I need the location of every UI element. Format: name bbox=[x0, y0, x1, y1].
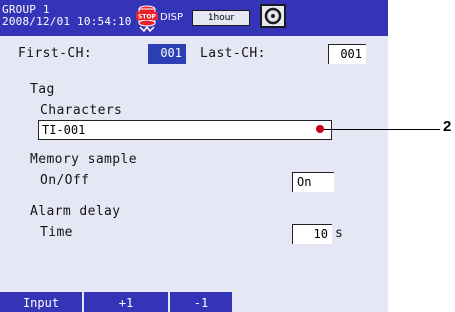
stop-icon-text: STOP bbox=[138, 14, 157, 21]
softkey-bar: Input +1 -1 bbox=[0, 292, 388, 312]
alarm-delay-section-label: Alarm delay bbox=[30, 204, 121, 219]
memory-sample-onoff-label: On/Off bbox=[40, 173, 90, 188]
media-icon bbox=[260, 4, 286, 28]
tag-characters-field[interactable]: TI-001 bbox=[38, 120, 332, 140]
tag-characters-label: Characters bbox=[40, 103, 123, 118]
memory-sample-section-label: Memory sample bbox=[30, 152, 137, 167]
first-ch-field[interactable]: 001 bbox=[148, 44, 186, 64]
alarm-delay-time-unit: s bbox=[335, 226, 343, 241]
callout-dot bbox=[316, 125, 324, 133]
last-ch-label: Last-CH: bbox=[200, 46, 266, 61]
display-mode-label: DISP bbox=[160, 12, 184, 23]
device-screen: GROUP 1 2008/12/01 10:54:10 STOP DISP 1h… bbox=[0, 0, 388, 312]
alarm-delay-time-label: Time bbox=[40, 225, 73, 240]
callout-line bbox=[320, 129, 440, 130]
datetime: 2008/12/01 10:54:10 bbox=[2, 15, 132, 28]
callout-number: 2 bbox=[443, 118, 452, 135]
softkey-minus-one[interactable]: -1 bbox=[170, 292, 234, 312]
tag-section-label: Tag bbox=[30, 82, 55, 97]
softkey-input[interactable]: Input bbox=[0, 292, 84, 312]
first-ch-label: First-CH: bbox=[18, 46, 93, 61]
stop-icon: STOP bbox=[136, 5, 158, 32]
interval-box: 1hour bbox=[192, 10, 250, 26]
softkey-plus-one[interactable]: +1 bbox=[84, 292, 170, 312]
alarm-delay-time-field[interactable]: 10 bbox=[292, 224, 332, 244]
memory-sample-onoff-field[interactable]: On bbox=[292, 172, 334, 192]
last-ch-field[interactable]: 001 bbox=[328, 44, 366, 64]
status-bar: GROUP 1 2008/12/01 10:54:10 STOP DISP 1h… bbox=[0, 0, 388, 36]
